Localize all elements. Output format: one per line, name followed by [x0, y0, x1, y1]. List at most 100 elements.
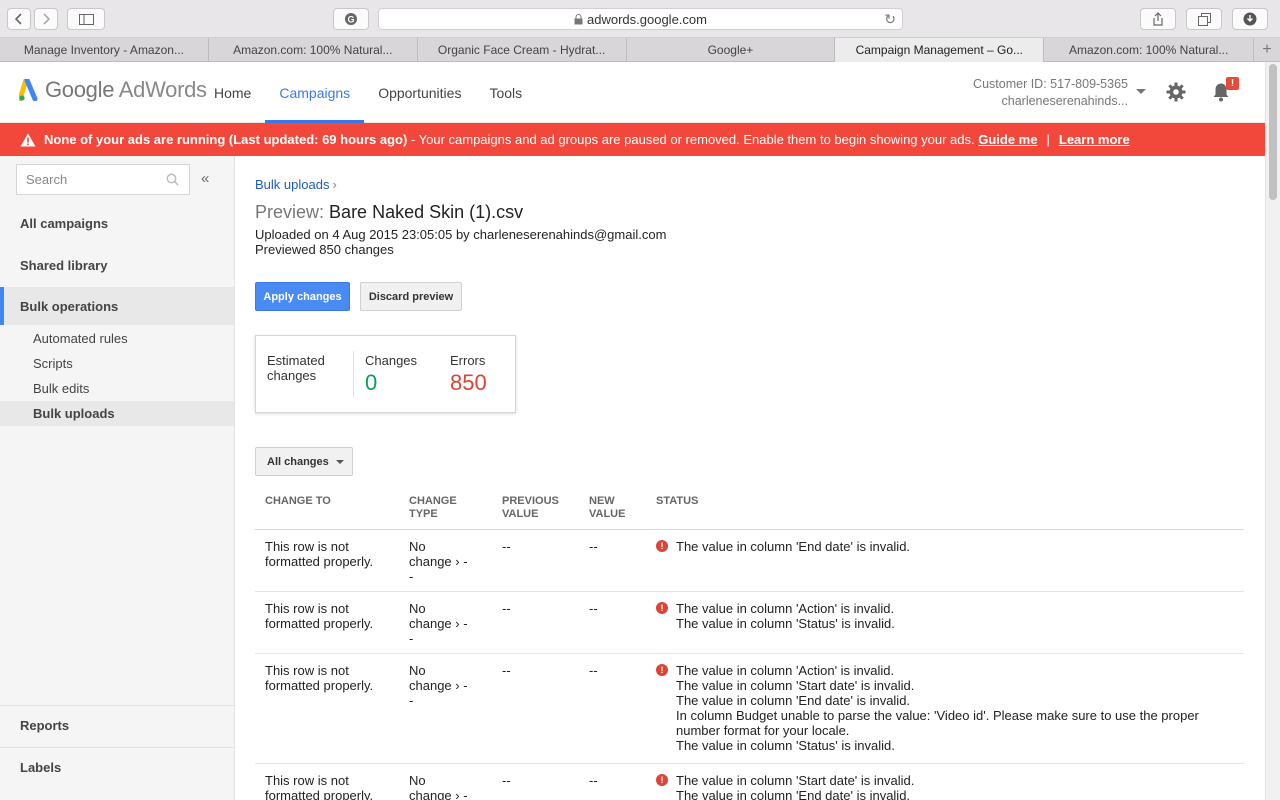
sidebar-icon: [78, 13, 94, 25]
learn-more-link[interactable]: Learn more: [1059, 132, 1130, 147]
nav-campaigns[interactable]: Campaigns: [265, 62, 365, 123]
sidebar-item-automated-rules[interactable]: Automated rules: [0, 326, 234, 351]
change-type-line: change › -: [409, 554, 468, 569]
tabs-overview-icon: [1197, 12, 1211, 26]
previewed-info: Previewed 850 changes: [255, 242, 394, 257]
main-content: Bulk uploads › Preview: Bare Naked Skin (…: [255, 156, 1245, 800]
breadcrumb-bulk-uploads[interactable]: Bulk uploads: [255, 177, 329, 192]
error-icon: !: [656, 774, 668, 786]
warning-icon: [20, 133, 36, 146]
estimated-changes-label: Estimated changes: [267, 353, 325, 383]
account-switcher[interactable]: Customer ID: 517-809-5365 charleneserena…: [973, 76, 1128, 110]
cell-change-to: This row is not formatted properly.: [265, 773, 374, 800]
sidebar-item-all-campaigns[interactable]: All campaigns: [0, 204, 234, 242]
browser-tab[interactable]: Amazon.com: 100% Natural...: [1044, 38, 1255, 62]
status-line: The value in column 'Start date' is inva…: [676, 773, 915, 788]
header-status[interactable]: STATUS: [656, 495, 698, 508]
search-icon[interactable]: [166, 173, 179, 186]
account-dropdown-icon[interactable]: [1136, 89, 1146, 94]
logo-adwords-text: AdWords: [118, 77, 207, 102]
header-change-to[interactable]: CHANGE TO: [265, 495, 385, 508]
url-bar[interactable]: adwords.google.com ↻: [378, 8, 903, 30]
status-line: The value in column 'Status' is invalid.: [676, 738, 895, 753]
apply-changes-button[interactable]: Apply changes: [255, 282, 350, 311]
change-type-line: change › -: [409, 788, 468, 800]
alert-separator: |: [1046, 132, 1050, 147]
adwords-logo[interactable]: Google AdWords: [19, 77, 207, 103]
forward-button[interactable]: [34, 8, 58, 30]
header-previous-value[interactable]: PREVIOUS VALUE: [502, 495, 567, 521]
sidebar-item-scripts[interactable]: Scripts: [0, 351, 234, 376]
scrollbar-thumb[interactable]: [1269, 64, 1277, 200]
uploaded-info: Uploaded on 4 Aug 2015 23:05:05 by charl…: [255, 227, 667, 242]
browser-toolbar: G adwords.google.com ↻: [0, 0, 1280, 38]
nav-tools[interactable]: Tools: [475, 62, 536, 123]
sidebar-toggle-button[interactable]: [67, 8, 105, 30]
table-header: CHANGE TO CHANGE TYPE PREVIOUS VALUE NEW…: [255, 489, 1244, 530]
change-type-line: -: [409, 631, 414, 646]
errors-label: Errors: [450, 353, 486, 368]
estimated-changes-card: Estimated changes Changes 0 Errors 850: [255, 335, 516, 413]
browser-tab[interactable]: Amazon.com: 100% Natural...: [209, 38, 418, 62]
page-scrollbar[interactable]: [1265, 62, 1280, 800]
main-nav: Home Campaigns Opportunities Tools: [200, 62, 536, 123]
header-new-value[interactable]: NEW VALUE: [589, 495, 639, 521]
breadcrumb-chevron-icon: ›: [332, 177, 337, 192]
table-row: This row is not formatted properly. No c…: [255, 530, 1244, 592]
adwords-header: Google AdWords Home Campaigns Opportunit…: [0, 62, 1265, 123]
collapse-sidebar-button[interactable]: «: [201, 170, 209, 187]
browser-tab[interactable]: Google+: [627, 38, 836, 62]
guide-me-link[interactable]: Guide me: [978, 132, 1037, 147]
status-line: The value in column 'Status' is invalid.: [676, 616, 895, 631]
upload-meta: Uploaded on 4 Aug 2015 23:05:05 by charl…: [255, 227, 666, 257]
extension-button[interactable]: G: [333, 8, 369, 30]
table-row: This row is not formatted properly. No c…: [255, 592, 1244, 654]
change-type-line: No: [409, 773, 426, 788]
status-line: The value in column 'End date' is invali…: [676, 539, 911, 554]
cell-status: The value in column 'End date' is invali…: [676, 539, 1226, 554]
change-filter-dropdown[interactable]: All changes: [255, 447, 353, 476]
title-filename: Bare Naked Skin (1).csv: [329, 202, 524, 222]
table-row: This row is not formatted properly. No c…: [255, 764, 1244, 800]
status-line: The value in column 'End date' is invali…: [676, 693, 911, 708]
g-extension-icon: G: [345, 13, 357, 25]
cell-change-to: This row is not formatted properly.: [265, 539, 374, 569]
browser-tab-active[interactable]: Campaign Management – Go...: [835, 38, 1045, 62]
sidebar-item-bulk-uploads[interactable]: Bulk uploads: [0, 401, 234, 426]
cell-change-type: No change › - -: [409, 773, 479, 800]
downloads-button[interactable]: [1232, 8, 1268, 30]
customer-id: Customer ID: 517-809-5365: [973, 77, 1128, 91]
change-type-line: change › -: [409, 678, 468, 693]
sidebar-item-reports[interactable]: Reports: [0, 705, 234, 745]
new-tab-button[interactable]: +: [1254, 38, 1280, 62]
change-type-line: change › -: [409, 616, 468, 631]
header-change-type[interactable]: CHANGE TYPE: [409, 495, 469, 521]
tabs-overview-button[interactable]: [1186, 8, 1222, 30]
discard-preview-button[interactable]: Discard preview: [360, 282, 462, 311]
change-type-line: -: [409, 693, 414, 708]
nav-opportunities[interactable]: Opportunities: [364, 62, 475, 123]
status-line: The value in column 'Action' is invalid.: [676, 601, 895, 616]
share-button[interactable]: [1140, 8, 1176, 30]
svg-text:G: G: [347, 15, 354, 25]
alert-banner: None of your ads are running (Last updat…: [0, 123, 1265, 156]
error-icon: !: [656, 540, 668, 552]
browser-tab[interactable]: Organic Face Cream - Hydrat...: [418, 38, 627, 62]
nav-home[interactable]: Home: [200, 62, 265, 123]
settings-button[interactable]: [1166, 82, 1186, 105]
search-input[interactable]: Search: [16, 164, 190, 195]
cell-change-to: This row is not formatted properly.: [265, 663, 374, 693]
browser-tab[interactable]: Manage Inventory - Amazon...: [0, 38, 209, 62]
back-button[interactable]: [7, 8, 31, 30]
sidebar-item-labels[interactable]: Labels: [0, 747, 234, 787]
change-type-line: No: [409, 601, 426, 616]
changes-value: 0: [365, 370, 378, 395]
cell-change-type: No change › - -: [409, 539, 479, 584]
reload-icon[interactable]: ↻: [884, 11, 896, 28]
sidebar-item-bulk-operations[interactable]: Bulk operations: [0, 287, 234, 325]
download-icon: [1243, 12, 1257, 26]
sidebar-item-bulk-edits[interactable]: Bulk edits: [0, 376, 234, 401]
sidebar: Search « All campaigns Shared library Bu…: [0, 156, 235, 800]
errors-stat: Errors 850: [450, 353, 487, 396]
sidebar-item-shared-library[interactable]: Shared library: [0, 246, 234, 284]
